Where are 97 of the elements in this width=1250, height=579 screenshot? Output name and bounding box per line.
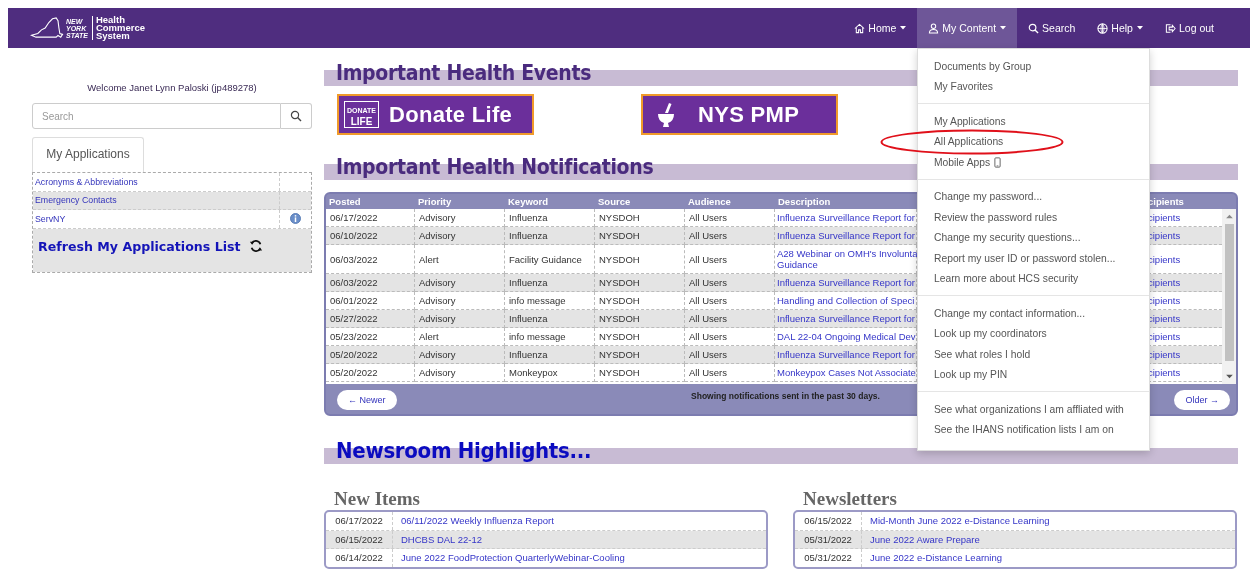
- recipients-link[interactable]: cipients: [1148, 331, 1181, 342]
- menu-item[interactable]: Change my contact information...: [918, 303, 1149, 324]
- menu-item[interactable]: All Applications: [918, 131, 1149, 152]
- nav-menu-item[interactable]: Home: [843, 8, 918, 48]
- menu-item[interactable]: Report my user ID or password stolen...: [918, 248, 1149, 269]
- column-header: Audience: [687, 196, 732, 207]
- menu-item[interactable]: Change my password...: [918, 186, 1149, 207]
- applications-tab[interactable]: My Applications: [32, 137, 144, 172]
- menu-item[interactable]: Look up my PIN: [918, 364, 1149, 385]
- recipients-link[interactable]: cipients: [1148, 295, 1181, 306]
- table-cell: All Users: [685, 364, 775, 382]
- column-header: Keyword: [507, 196, 550, 207]
- table-cell: 06/15/2022: [795, 512, 862, 530]
- table-cell: 06/17/2022: [326, 512, 393, 530]
- news-link[interactable]: Mid-Month June 2022 e-Distance Learning: [870, 515, 1050, 527]
- recipients-link[interactable]: cipients: [1148, 367, 1181, 378]
- nav-menu-item[interactable]: Help: [1086, 8, 1154, 48]
- globe-icon: [1097, 22, 1109, 34]
- list-heading: New Items: [333, 488, 421, 510]
- newer-button[interactable]: ← Newer: [337, 390, 397, 410]
- menu-item[interactable]: My Favorites: [918, 76, 1149, 97]
- state-map-icon: [30, 17, 64, 39]
- menu-item[interactable]: Documents by Group: [918, 56, 1149, 77]
- news-link[interactable]: June 2022 Aware Prepare: [870, 533, 980, 545]
- info-icon[interactable]: [290, 213, 301, 225]
- description-link[interactable]: Handling and Collection of Speci: [777, 295, 915, 306]
- menu-item[interactable]: Change my security questions...: [918, 227, 1149, 248]
- recipients-link[interactable]: cipients: [1148, 212, 1181, 223]
- table-cell: 06/15/2022: [326, 530, 393, 548]
- menu-item[interactable]: See the IHANS notification lists I am on: [918, 419, 1149, 440]
- description-link[interactable]: Monkeypox Cases Not Associate: [777, 367, 916, 378]
- table-cell: 05/20/2022: [326, 364, 415, 382]
- description-link[interactable]: Influenza Surveillance Report for: [777, 277, 915, 288]
- older-button[interactable]: Older →: [1174, 390, 1230, 410]
- scrollbar[interactable]: [1222, 209, 1236, 384]
- scroll-up-icon[interactable]: [1225, 214, 1233, 219]
- scroll-down-icon[interactable]: [1225, 374, 1233, 379]
- table-cell: Monkeypox: [505, 364, 595, 382]
- recipients-link[interactable]: cipients: [1148, 313, 1181, 324]
- application-link[interactable]: Acronyms & Abbreviations: [35, 176, 138, 187]
- section-heading: Newsroom Highlights...: [336, 438, 592, 463]
- caret-icon: [900, 26, 907, 30]
- section-heading: Important Health Events: [336, 61, 592, 85]
- column-header: Description: [777, 196, 832, 207]
- recipients-link[interactable]: cipients: [1148, 230, 1181, 241]
- table-cell: 05/31/2022: [795, 549, 862, 567]
- table-cell: Advisory: [415, 364, 505, 382]
- search-field[interactable]: Search: [32, 103, 281, 129]
- application-link[interactable]: ServNY: [35, 213, 66, 224]
- menu-item[interactable]: Mobile Apps: [918, 152, 1149, 173]
- menu-item[interactable]: Review the password rules: [918, 207, 1149, 228]
- logout-icon: [1164, 22, 1176, 34]
- search-icon: [290, 110, 302, 122]
- column-header: Source: [597, 196, 632, 207]
- list-heading: Newsletters: [802, 488, 898, 510]
- home-icon: [854, 22, 866, 34]
- description-link[interactable]: Influenza Surveillance Report for: [777, 230, 915, 241]
- news-link[interactable]: 06/11/2022 Weekly Influenza Report: [401, 515, 554, 527]
- banner-link[interactable]: NYS PMP: [641, 94, 838, 135]
- table-cell: 06/14/2022: [326, 549, 393, 567]
- site-name: Health Commerce System: [95, 16, 145, 40]
- menu-item[interactable]: My Applications: [918, 111, 1149, 132]
- description-link[interactable]: Influenza Surveillance Report for: [777, 212, 915, 223]
- caret-icon: [1136, 26, 1143, 30]
- footer-note: Showing notifications sent in the past 30 days.: [690, 391, 881, 401]
- nav-menu-item[interactable]: Search: [1017, 8, 1087, 48]
- application-link[interactable]: Emergency Contacts: [35, 195, 117, 206]
- column-header: Priority: [417, 196, 453, 207]
- table-cell: 05/31/2022: [795, 530, 862, 548]
- nav-menu-item[interactable]: My Content: [917, 8, 1018, 48]
- table-cell: NYSDOH: [595, 364, 685, 382]
- search-icon: [1028, 22, 1040, 34]
- recipients-link[interactable]: cipients: [1148, 349, 1181, 360]
- mortar-pestle-icon: [656, 101, 676, 128]
- nav-menu-item[interactable]: Log out: [1153, 8, 1225, 48]
- news-link[interactable]: June 2022 e-Distance Learning: [870, 552, 1003, 564]
- column-header: Posted: [328, 196, 362, 207]
- menu-item[interactable]: See what roles I hold: [918, 344, 1149, 365]
- description-link[interactable]: DAL 22-04 Ongoing Medical Dev: [777, 331, 916, 342]
- recipients-link[interactable]: cipients: [1148, 253, 1181, 265]
- refresh-icon[interactable]: [248, 239, 263, 253]
- news-link[interactable]: June 2022 FoodProtection QuarterlyWebinar-Cooling: [401, 552, 625, 564]
- menu-item[interactable]: See what organizations I am affliated with: [918, 399, 1149, 420]
- news-link[interactable]: DHCBS DAL 22-12: [401, 533, 482, 545]
- menu-item[interactable]: Learn more about HCS security: [918, 268, 1149, 289]
- welcome-text: Welcome Janet Lynn Paloski (jp489278): [86, 81, 258, 94]
- recipients-link[interactable]: cipients: [1148, 277, 1181, 288]
- description-link[interactable]: A28 Webinar on OMH's Involunta Guidance: [777, 248, 918, 270]
- user-icon: [928, 22, 940, 34]
- description-link[interactable]: Influenza Surveillance Report for: [777, 349, 915, 360]
- menu-item[interactable]: Look up my coordinators: [918, 323, 1149, 344]
- caret-icon: [1000, 26, 1007, 30]
- section-heading: Important Health Notifications: [336, 155, 654, 179]
- search-button[interactable]: [281, 103, 312, 129]
- description-link[interactable]: Influenza Surveillance Report for: [777, 313, 915, 324]
- phone-icon: [994, 156, 1002, 168]
- scroll-thumb[interactable]: [1224, 224, 1234, 361]
